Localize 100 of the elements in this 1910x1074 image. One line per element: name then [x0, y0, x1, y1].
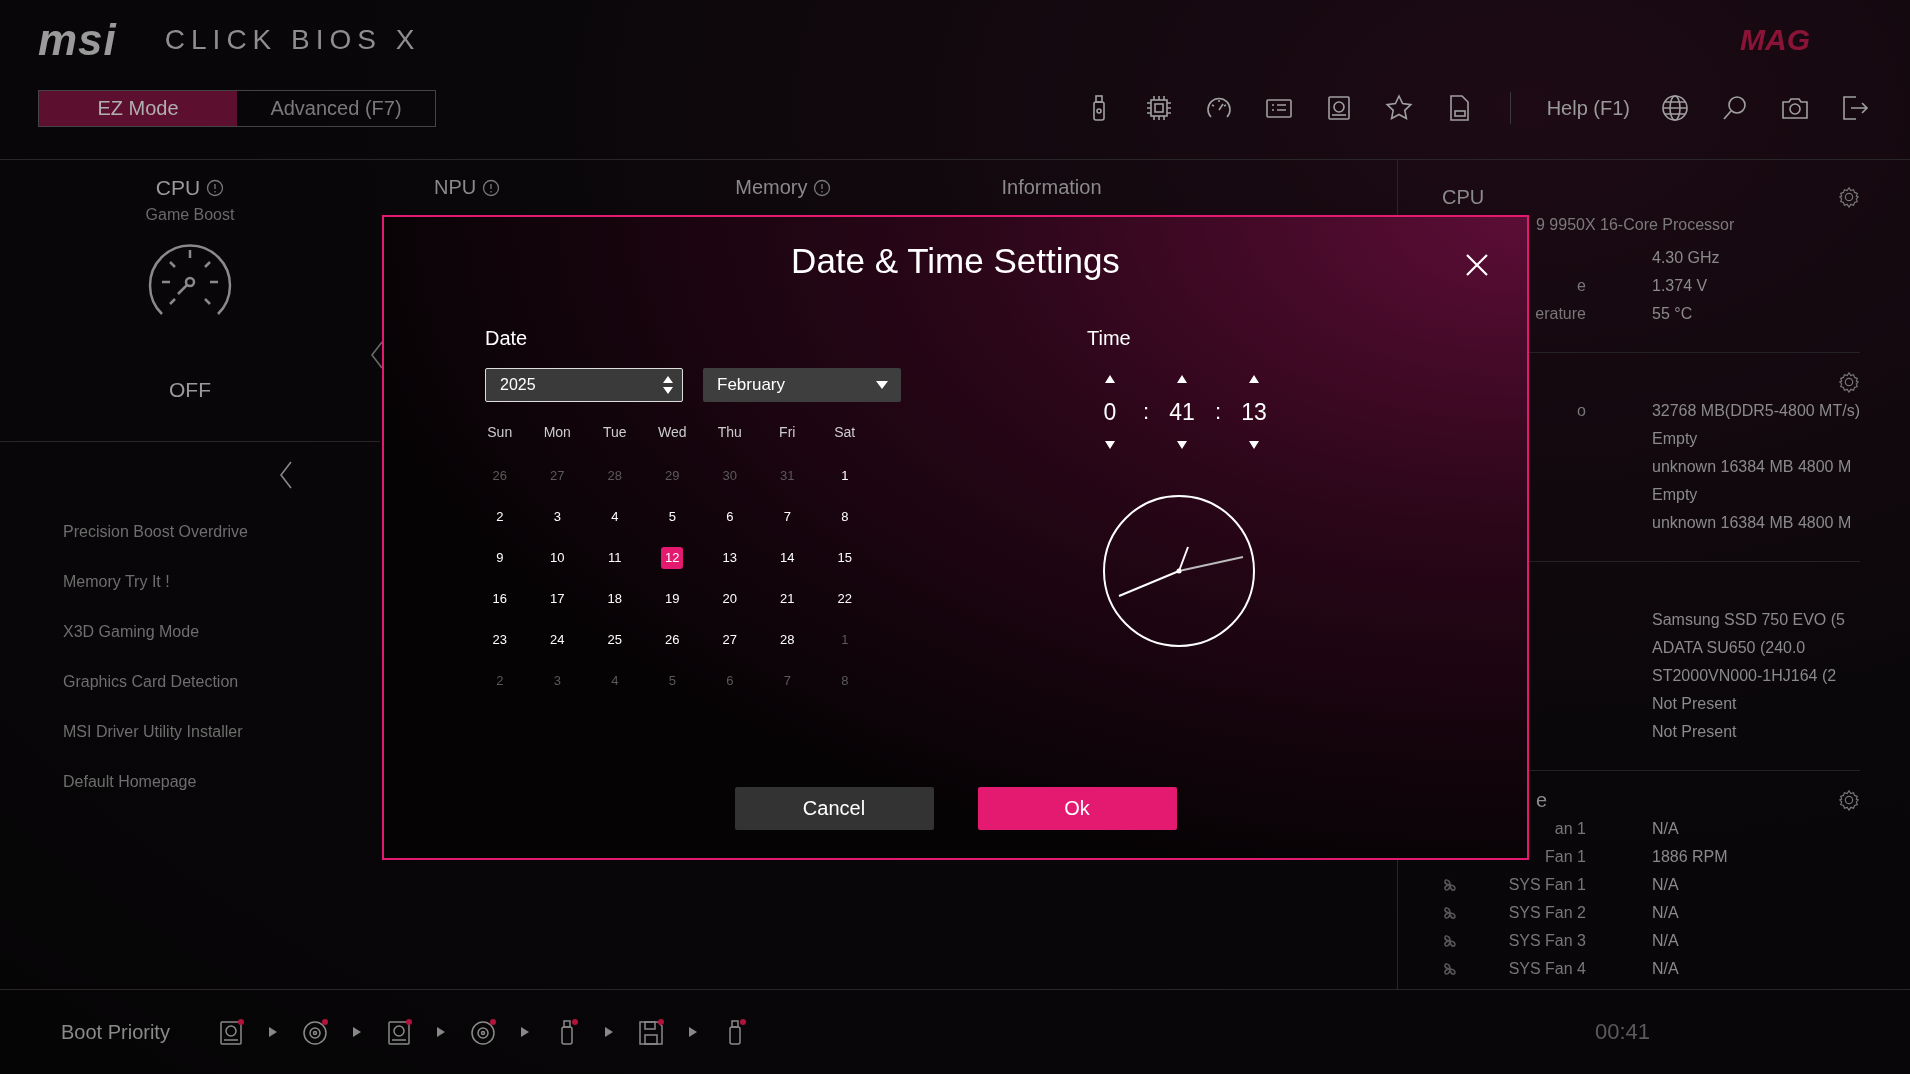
- arrow-icon: [519, 1026, 530, 1038]
- calendar-day[interactable]: 14: [776, 546, 799, 569]
- settings-icon[interactable]: [1838, 186, 1860, 208]
- weekday-label: Mon: [542, 423, 572, 442]
- calendar-day[interactable]: 13: [718, 546, 741, 569]
- time-value[interactable]: 13: [1241, 398, 1267, 426]
- calendar-day[interactable]: 4: [603, 505, 626, 528]
- menu-item[interactable]: X3D Gaming Mode: [63, 622, 380, 672]
- calendar-day[interactable]: 8: [833, 505, 856, 528]
- weekday-label: Fri: [778, 423, 797, 442]
- arrow-icon: [435, 1026, 446, 1038]
- calendar-day[interactable]: 9: [488, 546, 511, 569]
- calendar-day[interactable]: 20: [718, 587, 741, 610]
- info-value: unknown 16384 MB 4800 M: [1652, 514, 1852, 532]
- menu-item[interactable]: MSI Driver Utility Installer: [63, 722, 380, 772]
- exit-icon[interactable]: [1840, 93, 1870, 123]
- info-icon[interactable]: [813, 178, 832, 197]
- increment-icon[interactable]: [1104, 374, 1116, 384]
- boot-priority-label: Boot Priority: [61, 1020, 170, 1044]
- calendar-day[interactable]: 18: [603, 587, 626, 610]
- weekday-label: Sun: [486, 423, 514, 442]
- menu-item[interactable]: Graphics Card Detection: [63, 672, 380, 722]
- globe-icon[interactable]: [1660, 93, 1690, 123]
- month-dropdown[interactable]: February: [703, 368, 901, 402]
- dialog-button[interactable]: Cancel: [734, 787, 934, 830]
- calendar-day[interactable]: 17: [546, 587, 569, 610]
- chevron-left-icon[interactable]: [370, 340, 384, 370]
- calendar-day[interactable]: 1: [833, 464, 856, 487]
- calendar-day[interactable]: 2: [488, 505, 511, 528]
- calendar-day[interactable]: 25: [603, 628, 626, 651]
- column-title: Memory: [735, 176, 808, 199]
- calendar-day[interactable]: 28: [776, 628, 799, 651]
- mode-tab[interactable]: Advanced (F7): [237, 90, 435, 126]
- increment-icon[interactable]: [1176, 374, 1188, 384]
- info-value: 55 °C: [1652, 305, 1693, 323]
- info-icon[interactable]: [206, 179, 225, 197]
- info-value: N/A: [1652, 876, 1679, 894]
- dialog-button[interactable]: Ok: [977, 787, 1177, 830]
- calendar-day[interactable]: 5: [661, 505, 684, 528]
- calendar-day[interactable]: 16: [488, 587, 511, 610]
- calendar-day[interactable]: 12: [661, 546, 684, 569]
- fan-icon: [1442, 961, 1458, 977]
- calendar-day[interactable]: 24: [546, 628, 569, 651]
- decrement-icon[interactable]: [1248, 440, 1260, 450]
- dropdown-caret-icon[interactable]: [875, 380, 889, 390]
- arrow-icon: [687, 1026, 698, 1038]
- info-value: 32768 MB(DDR5-4800 MT/s): [1651, 402, 1860, 420]
- info-value: N/A: [1652, 904, 1679, 922]
- calendar-day[interactable]: 23: [488, 628, 511, 651]
- spinner-icon[interactable]: [662, 374, 674, 396]
- arrow-icon: [267, 1026, 278, 1038]
- time-separator: :: [1213, 399, 1223, 425]
- chevron-left-icon[interactable]: [279, 460, 293, 490]
- weekday-label: Thu: [716, 423, 743, 442]
- product-title: CLICK BIOS X: [164, 24, 421, 56]
- arrow-icon: [603, 1026, 614, 1038]
- panel-subtitle: Game Boost: [145, 206, 235, 224]
- info-icon[interactable]: [482, 178, 501, 197]
- calendar-day[interactable]: 26: [661, 628, 684, 651]
- calendar-day[interactable]: 10: [546, 546, 569, 569]
- menu-item[interactable]: Precision Boost Overdrive: [63, 522, 380, 572]
- calendar-day[interactable]: 15: [833, 546, 856, 569]
- time-value[interactable]: 41: [1169, 398, 1195, 426]
- section-title: CPU: [1442, 185, 1485, 209]
- calendar-day[interactable]: 27: [718, 628, 741, 651]
- calendar-day[interactable]: 11: [603, 546, 626, 569]
- decrement-icon[interactable]: [1176, 440, 1188, 450]
- time-separator: :: [1141, 399, 1151, 425]
- increment-icon[interactable]: [1248, 374, 1260, 384]
- calendar-day[interactable]: 19: [661, 587, 684, 610]
- weekday-label: Wed: [656, 423, 688, 442]
- mode-tab[interactable]: EZ Mode: [39, 90, 237, 126]
- settings-icon[interactable]: [1838, 371, 1860, 393]
- info-label: SYS Fan 1: [1508, 876, 1586, 893]
- info-value: Not Present: [1652, 723, 1737, 741]
- menu-item[interactable]: Default Homepage: [63, 772, 380, 822]
- decrement-icon[interactable]: [1104, 440, 1116, 450]
- year-field[interactable]: 2025: [485, 368, 683, 402]
- calendar-day[interactable]: 3: [546, 505, 569, 528]
- info-value: Empty: [1652, 430, 1698, 448]
- info-value: ADATA SU650 (240.0: [1652, 639, 1806, 657]
- calendar-day[interactable]: 7: [776, 505, 799, 528]
- menu-item[interactable]: Memory Try It !: [63, 572, 380, 622]
- msi-logo: msi: [38, 15, 117, 65]
- info-label: SYS Fan 4: [1508, 960, 1586, 977]
- info-value: N/A: [1652, 820, 1679, 838]
- info-label: SYS Fan 3: [1508, 932, 1586, 949]
- date-label: Date: [485, 327, 529, 350]
- info-value: Empty: [1652, 486, 1698, 504]
- info-value: 1.374 V: [1652, 277, 1708, 295]
- calendar-day[interactable]: 22: [833, 587, 856, 610]
- time-value[interactable]: 0: [1103, 398, 1117, 426]
- settings-icon[interactable]: [1838, 789, 1860, 811]
- calendar-day[interactable]: 21: [776, 587, 799, 610]
- help-button[interactable]: Help (F1): [1546, 96, 1630, 120]
- info-value: 4.30 GHz: [1652, 249, 1720, 267]
- calendar-day[interactable]: 6: [718, 505, 741, 528]
- column-title: Information: [1001, 176, 1102, 199]
- info-value: N/A: [1652, 932, 1679, 950]
- info-value: unknown 16384 MB 4800 M: [1652, 458, 1852, 476]
